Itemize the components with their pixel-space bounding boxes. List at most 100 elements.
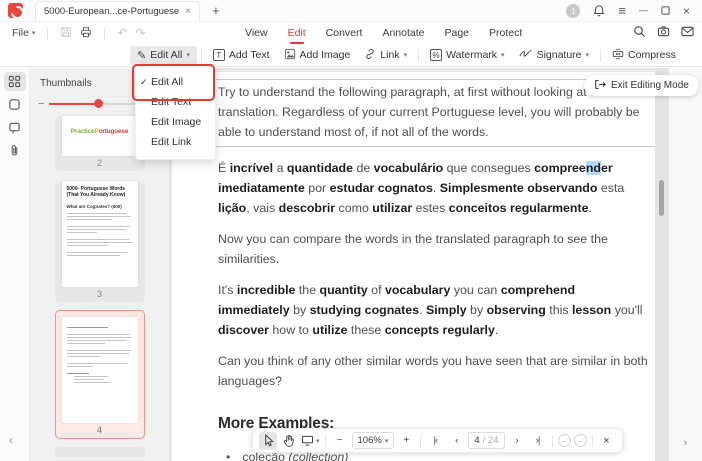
undo-icon[interactable]: ↶ xyxy=(117,26,127,40)
scrollbar-thumb[interactable] xyxy=(659,180,664,216)
thumbnails-panel-icon[interactable] xyxy=(4,72,26,91)
select-cursor-tool[interactable] xyxy=(259,432,277,450)
watermark-dropdown-button[interactable]: % Watermark ▾ xyxy=(423,46,511,64)
slider-knob[interactable] xyxy=(94,99,103,108)
bell-icon[interactable] xyxy=(593,4,605,17)
mail-icon[interactable] xyxy=(681,26,694,40)
menu-protect[interactable]: Protect xyxy=(489,27,522,39)
chevron-down-icon: ▾ xyxy=(316,437,320,445)
screenshot-camera-icon[interactable] xyxy=(657,25,670,41)
presentation-mode-button[interactable]: ▾ xyxy=(301,432,320,450)
notification-badge[interactable]: 1 xyxy=(566,4,580,18)
previous-view-button[interactable]: ← xyxy=(558,434,571,447)
menu-edit[interactable]: Edit xyxy=(288,27,306,39)
expand-panel-icon[interactable]: › xyxy=(669,437,702,449)
compress-button[interactable]: Compress xyxy=(605,45,683,66)
collapse-panel-icon[interactable]: ‹ xyxy=(9,433,13,447)
first-page-button[interactable]: |‹ xyxy=(426,432,444,450)
document-tab[interactable]: 5000-European...ce-Portuguese × xyxy=(35,1,200,21)
divider xyxy=(47,27,48,40)
dropdown-item-edit-image[interactable]: Edit Image xyxy=(136,112,215,132)
page-number-input[interactable]: 4 / 24 xyxy=(468,432,504,449)
last-page-button[interactable]: ›| xyxy=(529,432,547,450)
print-icon[interactable] xyxy=(80,26,92,41)
chevron-down-icon: ▾ xyxy=(186,51,190,59)
add-text-button[interactable]: T Add Text xyxy=(206,46,277,64)
paragraph-question[interactable]: Can you think of any other similar words… xyxy=(218,351,648,391)
thumbnail-page-4-selected[interactable]: 4 xyxy=(55,310,145,439)
menu-convert[interactable]: Convert xyxy=(326,27,363,39)
mini-page-title: 5000- Portuguese Words (That You Already… xyxy=(62,181,138,201)
thumbnail-page-2[interactable]: PracticePortuguese 2 xyxy=(55,116,145,171)
edit-all-dropdown-button[interactable]: ✎ Edit All ▾ xyxy=(130,46,197,65)
page-number-label: 3 xyxy=(55,289,145,302)
tab-close-icon[interactable]: × xyxy=(185,6,191,17)
minimize-button[interactable]: — xyxy=(639,6,648,15)
divider xyxy=(418,49,419,62)
save-icon[interactable] xyxy=(60,26,72,41)
edit-all-dropdown-menu: ✓ Edit All Edit Text Edit Image Edit Lin… xyxy=(135,64,216,160)
chevron-down-icon: ▾ xyxy=(586,51,590,59)
divider xyxy=(104,27,105,40)
edit-toolbar: ✎ Edit All ▾ T Add Text Add Image Link ▾ xyxy=(0,44,702,67)
pdf-page: Try to understand the following paragrap… xyxy=(172,72,655,461)
chevron-down-icon: ▾ xyxy=(404,51,408,59)
maximize-button[interactable] xyxy=(661,6,670,15)
bullet-icon: • xyxy=(226,447,230,461)
document-area: Try to understand the following paragrap… xyxy=(170,68,668,461)
menu-view[interactable]: View xyxy=(245,27,268,39)
next-view-button[interactable]: → xyxy=(574,434,587,447)
divider xyxy=(420,435,421,447)
hamburger-menu-icon[interactable]: ≡ xyxy=(618,4,626,17)
dropdown-item-edit-all[interactable]: ✓ Edit All xyxy=(136,72,215,92)
vertical-scrollbar[interactable] xyxy=(655,68,668,461)
pencil-icon: ✎ xyxy=(137,49,146,62)
chevron-down-icon: ▾ xyxy=(385,437,389,445)
signature-dropdown-button[interactable]: Signature ▾ xyxy=(512,45,596,65)
close-toolbar-button[interactable]: × xyxy=(598,432,616,450)
add-image-button[interactable]: Add Image xyxy=(277,45,358,66)
mini-brand-logo: PracticePortuguese xyxy=(62,128,138,135)
menu-bar: File▾ ↶ ↷ View Edit Convert Annotate Pag… xyxy=(0,22,702,44)
paragraph-english-translation[interactable]: It's incredible the quantity of vocabula… xyxy=(218,280,648,340)
zoom-level-select[interactable]: 106% ▾ xyxy=(352,432,395,449)
paragraph-english-intro[interactable]: Try to understand the following paragrap… xyxy=(218,82,648,142)
checkmark-icon: ✓ xyxy=(140,72,148,92)
dropdown-item-edit-text[interactable]: Edit Text xyxy=(136,92,215,112)
attachments-panel-icon[interactable] xyxy=(4,141,26,160)
zoom-in-button[interactable]: + xyxy=(397,432,415,450)
page-content: Try to understand the following paragrap… xyxy=(218,79,648,461)
text-box-icon: T xyxy=(213,49,225,61)
dropdown-item-edit-link[interactable]: Edit Link xyxy=(136,132,215,152)
divider xyxy=(552,435,553,447)
comments-panel-icon[interactable] xyxy=(4,118,26,137)
previous-page-button[interactable]: ‹ xyxy=(447,432,465,450)
hand-pan-tool[interactable] xyxy=(280,432,298,450)
paragraph-portuguese[interactable]: É incrível a quantidade de vocabulário q… xyxy=(218,158,648,218)
next-page-button[interactable]: › xyxy=(508,432,526,450)
thumbnail-page-3[interactable]: 5000- Portuguese Words (That You Already… xyxy=(55,181,145,302)
title-bar: 5000-European...ce-Portuguese × + 1 ≡ — … xyxy=(0,0,702,22)
bookmarks-panel-icon[interactable] xyxy=(4,95,26,114)
chevron-down-icon: ▾ xyxy=(501,51,505,59)
tab-title: 5000-European...ce-Portuguese xyxy=(44,6,179,17)
divider xyxy=(592,435,593,447)
watermark-icon: % xyxy=(430,49,442,61)
link-dropdown-button[interactable]: Link ▾ xyxy=(357,45,414,66)
minus-icon[interactable]: − xyxy=(38,98,44,110)
pdf-editor-window: 5000-European...ce-Portuguese × + 1 ≡ — … xyxy=(0,0,702,461)
search-icon[interactable] xyxy=(633,25,646,41)
close-button[interactable]: × xyxy=(683,5,690,17)
thumbnail-page-5-partial[interactable] xyxy=(55,447,145,457)
page-number-label: 2 xyxy=(55,158,145,171)
zoom-out-button[interactable]: − xyxy=(331,432,349,450)
file-menu[interactable]: File▾ xyxy=(12,27,35,39)
redo-icon[interactable]: ↷ xyxy=(136,26,146,40)
menu-annotate[interactable]: Annotate xyxy=(382,27,424,39)
paragraph-compare[interactable]: Now you can compare the words in the tra… xyxy=(218,229,648,269)
menu-page[interactable]: Page xyxy=(444,27,469,39)
new-tab-button[interactable]: + xyxy=(212,3,220,18)
image-icon xyxy=(284,48,296,63)
exit-editing-mode-button[interactable]: Exit Editing Mode xyxy=(584,75,699,96)
left-icon-strip: ‹ xyxy=(0,68,30,461)
